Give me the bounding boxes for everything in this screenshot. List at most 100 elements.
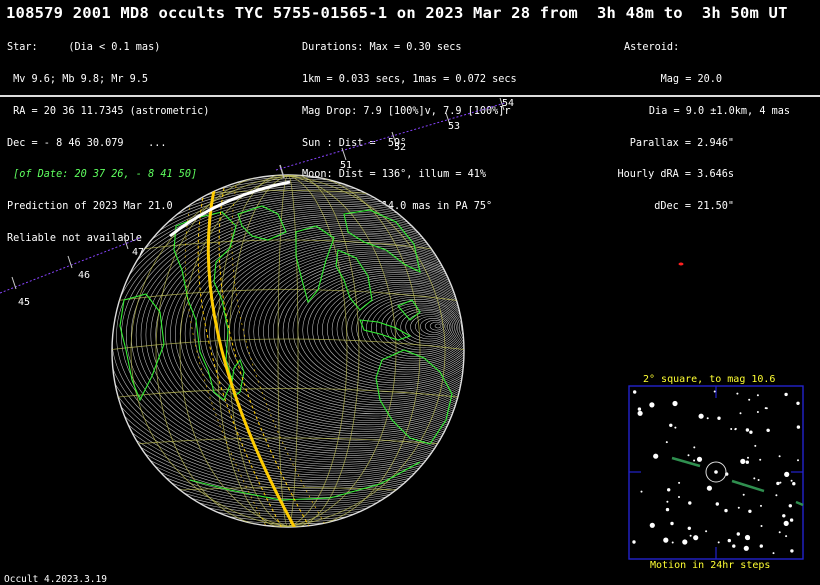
inset-star bbox=[756, 394, 759, 397]
inset-star bbox=[760, 504, 762, 507]
inset-star bbox=[749, 430, 753, 434]
red-marker bbox=[678, 262, 684, 266]
track-tick-label: 46 bbox=[78, 270, 90, 281]
inset-star bbox=[760, 525, 763, 527]
inset-star bbox=[698, 413, 704, 419]
inset-star bbox=[765, 407, 768, 410]
inset-star bbox=[788, 504, 792, 508]
inset-star bbox=[766, 428, 770, 432]
inset-star bbox=[785, 535, 788, 538]
inset-star bbox=[696, 456, 703, 462]
inset-star bbox=[747, 456, 749, 459]
inset-star bbox=[727, 538, 731, 543]
track-tick-label: 52 bbox=[394, 142, 406, 153]
inset-star bbox=[632, 540, 636, 544]
inset-star bbox=[737, 506, 740, 509]
inset-star bbox=[778, 531, 781, 534]
inset-star bbox=[671, 541, 674, 544]
inset-star bbox=[688, 501, 692, 505]
inset-star bbox=[667, 488, 671, 492]
inset-star bbox=[649, 522, 655, 528]
target-star bbox=[714, 470, 718, 474]
inset-star bbox=[693, 446, 696, 449]
inset-star bbox=[724, 508, 728, 513]
inset-star bbox=[779, 481, 782, 484]
inset-star bbox=[739, 412, 742, 415]
track-tick bbox=[11, 276, 17, 290]
inset-star bbox=[693, 459, 696, 462]
inset-star bbox=[775, 494, 778, 497]
inset-star bbox=[687, 526, 691, 530]
inset-star bbox=[693, 535, 699, 541]
earth-globe bbox=[111, 164, 465, 528]
inset-star bbox=[678, 481, 681, 484]
inset-star bbox=[637, 407, 642, 411]
star-chart-inset bbox=[628, 385, 804, 560]
inset-star bbox=[736, 532, 740, 536]
inset-star bbox=[666, 500, 669, 503]
track-tick-label: 54 bbox=[502, 98, 514, 109]
inset-star bbox=[669, 423, 673, 427]
inset-star bbox=[742, 493, 745, 496]
version-footer: Occult 4.2023.3.19 bbox=[4, 574, 107, 585]
inset-star bbox=[754, 444, 757, 447]
inset-title: 2° square, to mag 10.6 bbox=[643, 374, 776, 385]
inset-star bbox=[772, 552, 775, 555]
inset-star bbox=[745, 460, 749, 464]
inset-star bbox=[796, 425, 801, 429]
inset-star bbox=[653, 453, 659, 459]
inset-star bbox=[637, 410, 643, 416]
inset-star bbox=[670, 521, 674, 526]
inset-star bbox=[732, 544, 736, 548]
track-line bbox=[0, 237, 141, 294]
inset-star bbox=[713, 390, 716, 393]
track-tick-label: 45 bbox=[18, 297, 30, 308]
inset-star bbox=[717, 416, 721, 420]
inset-star bbox=[633, 390, 637, 394]
inset-star bbox=[736, 392, 739, 395]
inset-star bbox=[746, 536, 750, 540]
inset-star bbox=[672, 400, 678, 407]
inset-star bbox=[663, 537, 669, 543]
inset-star bbox=[706, 485, 713, 491]
track-tick-label: 51 bbox=[340, 160, 352, 171]
inset-star bbox=[756, 411, 759, 413]
inset-star bbox=[789, 518, 794, 522]
inset-star bbox=[778, 455, 781, 458]
inset-star bbox=[782, 514, 786, 518]
inset-star bbox=[674, 426, 677, 429]
inset-star bbox=[665, 441, 668, 444]
track-tick-label: 47 bbox=[132, 247, 144, 258]
inset-star bbox=[748, 509, 752, 513]
inset-star bbox=[678, 496, 680, 498]
inset-star bbox=[776, 481, 780, 486]
inset-star bbox=[640, 490, 643, 493]
track-line bbox=[275, 102, 506, 171]
inset-star bbox=[745, 428, 750, 432]
track-tick-label: 53 bbox=[448, 121, 460, 132]
inset-star bbox=[790, 479, 793, 482]
inset-star bbox=[759, 458, 762, 461]
inset-star bbox=[748, 398, 751, 401]
inset-star bbox=[743, 545, 749, 551]
inset-star bbox=[759, 544, 763, 548]
inset-star bbox=[784, 392, 788, 397]
inset-star bbox=[705, 530, 708, 533]
inset-star bbox=[715, 502, 719, 506]
inset-star bbox=[757, 479, 760, 481]
inset-star bbox=[717, 541, 720, 544]
inset-star bbox=[797, 459, 799, 462]
inset-star bbox=[687, 454, 690, 457]
occultation-diagram: 45 46 47 51 52 53 54 bbox=[0, 97, 804, 560]
inset-star bbox=[740, 458, 746, 464]
inset-star bbox=[730, 428, 733, 430]
inset-star bbox=[665, 507, 670, 512]
inset-star bbox=[796, 401, 800, 405]
inset-star bbox=[689, 534, 692, 537]
inset-star bbox=[682, 539, 688, 545]
inset-star bbox=[706, 417, 709, 420]
inset-footer: Motion in 24hr steps bbox=[650, 560, 771, 571]
inset-star bbox=[790, 549, 794, 553]
inset-star bbox=[784, 471, 790, 477]
inset-star bbox=[753, 477, 756, 480]
